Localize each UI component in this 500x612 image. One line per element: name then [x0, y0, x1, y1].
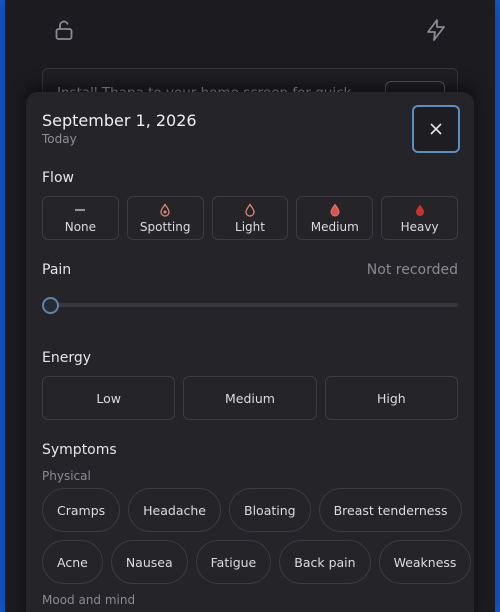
flow-label: Flow — [42, 170, 74, 186]
flow-option-light[interactable]: Light — [211, 196, 289, 240]
energy-label: Energy — [42, 350, 92, 366]
flow-option-label: Spotting — [139, 220, 191, 234]
flow-option-medium[interactable]: Medium — [296, 196, 374, 240]
close-icon — [430, 123, 442, 135]
flow-option-label: None — [64, 220, 97, 234]
energy-option-low[interactable]: Low — [42, 376, 176, 420]
lightning-icon[interactable] — [424, 18, 448, 42]
symptom-chip-back-pain[interactable]: Back pain — [279, 540, 371, 584]
top-bar — [5, 0, 495, 62]
symptom-chip-fatigue[interactable]: Fatigue — [195, 540, 272, 584]
pain-slider-thumb[interactable] — [42, 297, 59, 314]
symptom-chip-acne[interactable]: Acne — [42, 540, 103, 584]
flow-option-none[interactable]: None — [42, 196, 119, 240]
flow-option-label: Heavy — [400, 220, 439, 234]
pain-slider-track[interactable] — [42, 303, 458, 307]
close-button[interactable] — [412, 105, 460, 153]
symptom-chip-bloating[interactable]: Bloating — [229, 488, 311, 532]
energy-option-medium[interactable]: Medium — [183, 376, 317, 420]
physical-label: Physical — [42, 469, 91, 483]
drop-half-icon — [330, 203, 340, 217]
sheet-date-subtitle: Today — [42, 132, 77, 146]
sheet-date-title: September 1, 2026 — [42, 111, 197, 130]
physical-symptoms-row-1: Cramps Headache Bloating Breast tenderne… — [42, 488, 463, 532]
flow-option-label: Light — [235, 220, 265, 234]
unlock-icon[interactable] — [52, 18, 76, 42]
dash-icon — [75, 209, 86, 211]
drop-filled-icon — [415, 204, 424, 216]
flow-option-heavy[interactable]: Heavy — [381, 196, 458, 240]
symptom-chip-cramps[interactable]: Cramps — [42, 488, 121, 532]
pain-status: Not recorded — [366, 262, 458, 278]
symptom-chip-breast-tenderness[interactable]: Breast tenderness — [318, 488, 463, 532]
drop-dot-icon — [160, 203, 170, 217]
pain-label: Pain — [42, 262, 72, 278]
flow-options: None Spotting Light Medium Heavy — [42, 196, 458, 240]
day-log-sheet: September 1, 2026 Today Flow None Spotti… — [26, 92, 474, 612]
symptom-chip-nausea[interactable]: Nausea — [110, 540, 188, 584]
drop-outline-icon — [245, 203, 255, 217]
symptoms-label: Symptoms — [42, 442, 117, 458]
symptom-chip-weakness[interactable]: Weakness — [378, 540, 472, 584]
flow-option-label: Medium — [310, 220, 359, 234]
energy-options: Low Medium High — [42, 376, 458, 420]
pain-slider[interactable] — [42, 297, 458, 314]
symptom-chip-headache[interactable]: Headache — [128, 488, 221, 532]
flow-option-spotting[interactable]: Spotting — [126, 196, 204, 240]
physical-symptoms-row-2: Acne Nausea Fatigue Back pain Weakness — [42, 540, 472, 584]
energy-option-high[interactable]: High — [324, 376, 458, 420]
mood-mind-label: Mood and mind — [42, 593, 136, 607]
